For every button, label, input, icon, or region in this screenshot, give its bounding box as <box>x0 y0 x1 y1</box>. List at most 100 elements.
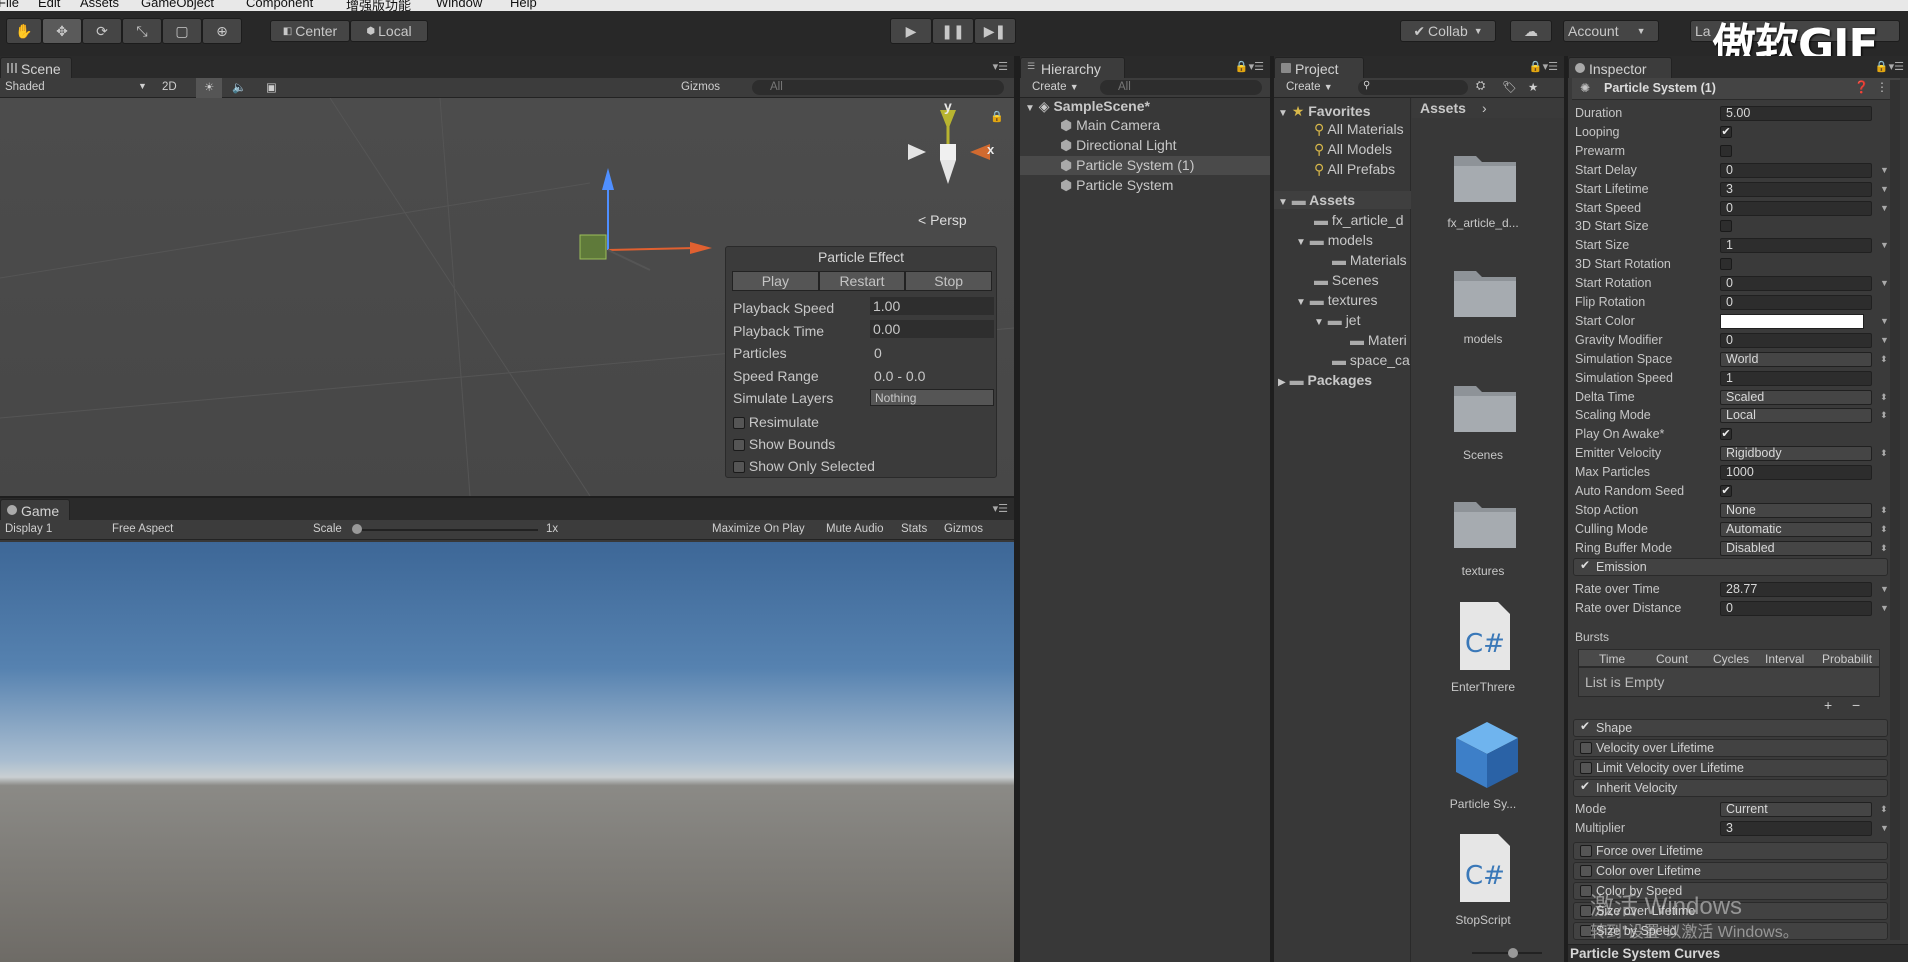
chevron-updown-icon[interactable]: ⬍ <box>1880 543 1888 554</box>
rate-over-time-field[interactable]: 28.77 <box>1720 582 1872 597</box>
prop-checkbox[interactable]: ✔ <box>1720 126 1732 138</box>
tree-folder[interactable]: ▬ fx_article_d <box>1314 212 1403 228</box>
prop-value-field[interactable]: Automatic <box>1720 522 1872 537</box>
chevron-updown-icon[interactable]: ⬍ <box>1880 410 1888 421</box>
hierarchy-item[interactable]: ⬢ Particle System <box>1060 177 1173 194</box>
module-emission[interactable]: ✔ Emission <box>1573 558 1888 576</box>
pause-button[interactable]: ❚❚ <box>932 18 974 44</box>
pe-resimulate-checkbox[interactable]: Resimulate <box>733 414 819 430</box>
settings-icon[interactable]: ⋮ <box>1876 80 1888 94</box>
module-inherit-velocity[interactable]: ✔ Inherit Velocity <box>1573 779 1888 797</box>
prop-value-field[interactable]: 0 <box>1720 333 1872 348</box>
tree-folder[interactable]: ▬ space_ca <box>1332 352 1410 368</box>
account-button[interactable]: Account ▼ <box>1563 20 1659 42</box>
prop-checkbox[interactable] <box>1720 258 1732 270</box>
panel-menu-icon[interactable]: 🔒▾☰ <box>1235 60 1264 73</box>
filter-type-icon[interactable]: ⛭ <box>1476 80 1485 93</box>
scene-root[interactable]: ▼ ◈ SampleScene* <box>1025 98 1150 115</box>
play-button[interactable]: ▶ <box>890 18 932 44</box>
pe-playback-speed-field[interactable]: 1.00 <box>870 297 994 315</box>
prop-checkbox[interactable]: ✔ <box>1720 485 1732 497</box>
hierarchy-item-selected[interactable]: ⬢ Particle System (1) <box>1060 157 1194 174</box>
prop-checkbox[interactable] <box>1720 220 1732 232</box>
chevron-down-icon[interactable]: ▼ <box>1880 184 1889 194</box>
mode-2d-toggle[interactable]: 2D <box>162 81 177 93</box>
pe-restart-button[interactable]: Restart <box>818 271 906 291</box>
pe-stop-button[interactable]: Stop <box>905 271 993 291</box>
asset-script-enterthrere[interactable]: C# <box>1460 602 1510 670</box>
prop-value-field[interactable]: Scaled <box>1720 390 1872 405</box>
prop-checkbox[interactable]: ✔ <box>1720 428 1732 440</box>
prop-checkbox[interactable] <box>1720 145 1732 157</box>
module-color-lifetime[interactable]: Color over Lifetime <box>1573 862 1888 880</box>
scene-search-input[interactable]: All <box>752 80 1004 95</box>
pe-playback-time-field[interactable]: 0.00 <box>870 320 994 338</box>
stats-toggle[interactable]: Stats <box>901 523 927 535</box>
chevron-down-icon[interactable]: ▼ <box>1880 240 1889 250</box>
project-search-input[interactable]: ⚲ <box>1358 80 1468 95</box>
maximize-on-play-toggle[interactable]: Maximize On Play <box>712 523 805 535</box>
prop-value-field[interactable]: World <box>1720 352 1872 367</box>
asset-folder-fx[interactable] <box>1452 146 1518 204</box>
persp-toggle[interactable]: < Persp <box>918 212 967 228</box>
menu-file[interactable]: File <box>0 0 19 10</box>
cloud-button[interactable]: ☁ <box>1510 20 1552 42</box>
rate-over-distance-field[interactable]: 0 <box>1720 601 1872 616</box>
menu-window[interactable]: Window <box>436 0 482 10</box>
panel-menu-icon[interactable]: 🔒▾☰ <box>1875 60 1904 73</box>
prop-value-field[interactable]: 0 <box>1720 163 1872 178</box>
scale-slider-track[interactable] <box>356 529 538 531</box>
module-shape[interactable]: ✔ Shape <box>1573 719 1888 737</box>
chevron-updown-icon[interactable]: ⬍ <box>1880 448 1888 459</box>
tree-folder[interactable]: ▬ Materials <box>1332 252 1407 268</box>
image-icon[interactable]: ▣ <box>266 80 277 94</box>
component-header[interactable]: ✺ Particle System (1) ❓ ⋮ <box>1572 78 1900 100</box>
chevron-updown-icon[interactable]: ⬍ <box>1880 804 1888 815</box>
tab-scene[interactable]: Scene <box>0 57 72 78</box>
asset-prefab-particle[interactable] <box>1454 720 1520 788</box>
scale-slider-handle[interactable] <box>352 524 362 534</box>
remove-burst-button[interactable]: − <box>1852 697 1860 713</box>
asset-folder-models[interactable] <box>1452 261 1518 319</box>
menu-gameobject[interactable]: GameObject <box>141 0 214 10</box>
asset-folder-scenes[interactable] <box>1452 376 1518 434</box>
chevron-down-icon[interactable]: ▼ <box>1880 278 1889 288</box>
chevron-updown-icon[interactable]: ⬍ <box>1880 354 1888 365</box>
rotate-tool-button[interactable]: ⟳ <box>82 18 122 44</box>
menu-enhanced[interactable]: 增强版功能 <box>346 0 411 11</box>
move-tool-button[interactable]: ✥ <box>42 18 82 44</box>
chevron-down-icon[interactable]: ▼ <box>1880 584 1889 594</box>
prop-value-field[interactable]: None <box>1720 503 1872 518</box>
tree-folder[interactable]: ▼ ▬ models <box>1296 232 1373 248</box>
zoom-slider-track[interactable] <box>1472 952 1542 954</box>
rect-tool-button[interactable]: ▢ <box>162 18 202 44</box>
favorites-folder[interactable]: ▼ ★ Favorites <box>1278 103 1371 120</box>
pivot-center-button[interactable]: ◧ Center <box>270 20 350 42</box>
menu-assets[interactable]: Assets <box>80 0 119 10</box>
add-burst-button[interactable]: + <box>1824 697 1832 713</box>
favorite-item[interactable]: ⚲ All Models <box>1314 141 1392 158</box>
collab-button[interactable]: ✔ Collab ▼ <box>1400 20 1496 42</box>
favorite-item[interactable]: ⚲ All Prefabs <box>1314 161 1395 178</box>
star-icon[interactable]: ★ <box>1528 80 1538 94</box>
module-limit-velocity[interactable]: Limit Velocity over Lifetime <box>1573 759 1888 777</box>
hierarchy-item[interactable]: ⬢ Main Camera <box>1060 117 1160 134</box>
game-gizmos-dropdown[interactable]: Gizmos <box>944 523 983 535</box>
hierarchy-item[interactable]: ⬢ Directional Light <box>1060 137 1177 154</box>
pe-simulate-layers-dropdown[interactable]: Nothing <box>870 389 994 406</box>
help-icon[interactable]: ❓ <box>1854 80 1869 94</box>
inherit-mode-dropdown[interactable]: Current <box>1720 802 1872 817</box>
prop-value-field[interactable]: 1000 <box>1720 465 1872 480</box>
tree-folder[interactable]: ▬ Materi <box>1350 332 1407 348</box>
menu-component[interactable]: Component <box>246 0 313 10</box>
module-velocity[interactable]: Velocity over Lifetime <box>1573 739 1888 757</box>
shading-dropdown[interactable]: Shaded <box>5 81 45 93</box>
prop-value-field[interactable]: 1 <box>1720 238 1872 253</box>
chevron-down-icon[interactable]: ▼ <box>1880 603 1889 613</box>
prop-value-field[interactable]: 0 <box>1720 295 1872 310</box>
prop-value-field[interactable]: 5.00 <box>1720 106 1872 121</box>
display-dropdown[interactable]: Display 1 <box>5 523 52 535</box>
favorite-item[interactable]: ⚲ All Materials <box>1314 121 1404 138</box>
hierarchy-search-input[interactable]: All <box>1100 80 1262 95</box>
hierarchy-create-button[interactable]: Create ▼ <box>1032 81 1079 93</box>
